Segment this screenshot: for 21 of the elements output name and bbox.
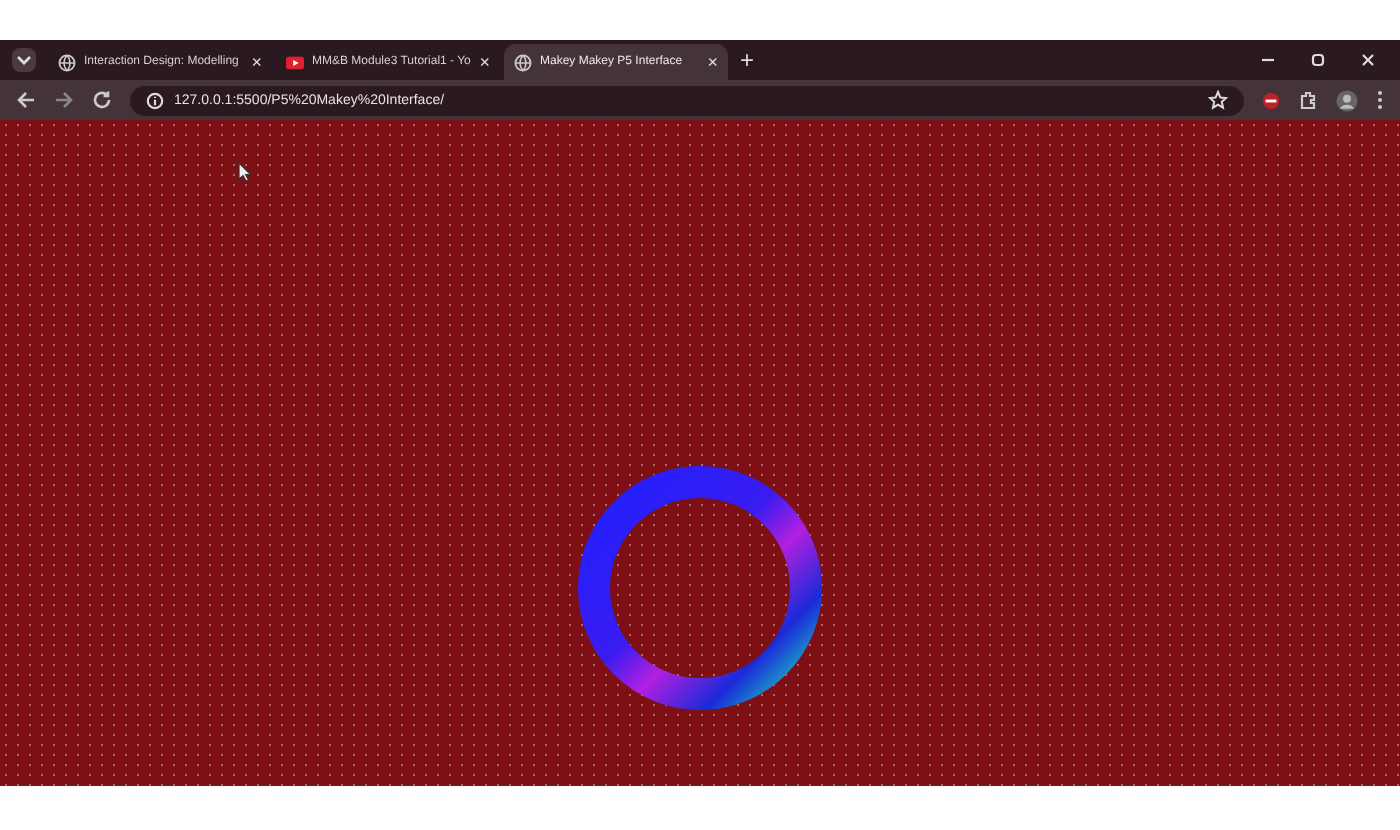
forward-icon[interactable]: [54, 90, 74, 110]
close-icon[interactable]: [1360, 52, 1376, 68]
globe-icon: [58, 53, 76, 71]
chevron-down-icon: [16, 52, 32, 68]
back-icon[interactable]: [16, 90, 36, 110]
video-icon: [286, 53, 304, 71]
new-tab-button[interactable]: +: [740, 46, 755, 74]
close-tab-button[interactable]: ×: [479, 52, 490, 72]
puzzle-icon[interactable]: [1298, 90, 1318, 110]
globe-icon: [514, 53, 532, 71]
site-info-icon[interactable]: [146, 91, 164, 109]
profile-icon[interactable]: [1336, 89, 1358, 111]
tab-search-button[interactable]: [12, 48, 36, 72]
close-tab-button[interactable]: ×: [707, 52, 718, 72]
menu-icon[interactable]: [1376, 90, 1384, 110]
close-tab-button[interactable]: ×: [251, 52, 262, 72]
extension-icon[interactable]: [1262, 91, 1280, 109]
restore-icon[interactable]: [1310, 52, 1326, 68]
cursor-icon: [238, 162, 252, 182]
star-icon[interactable]: [1208, 90, 1228, 110]
reload-icon[interactable]: [92, 90, 112, 110]
